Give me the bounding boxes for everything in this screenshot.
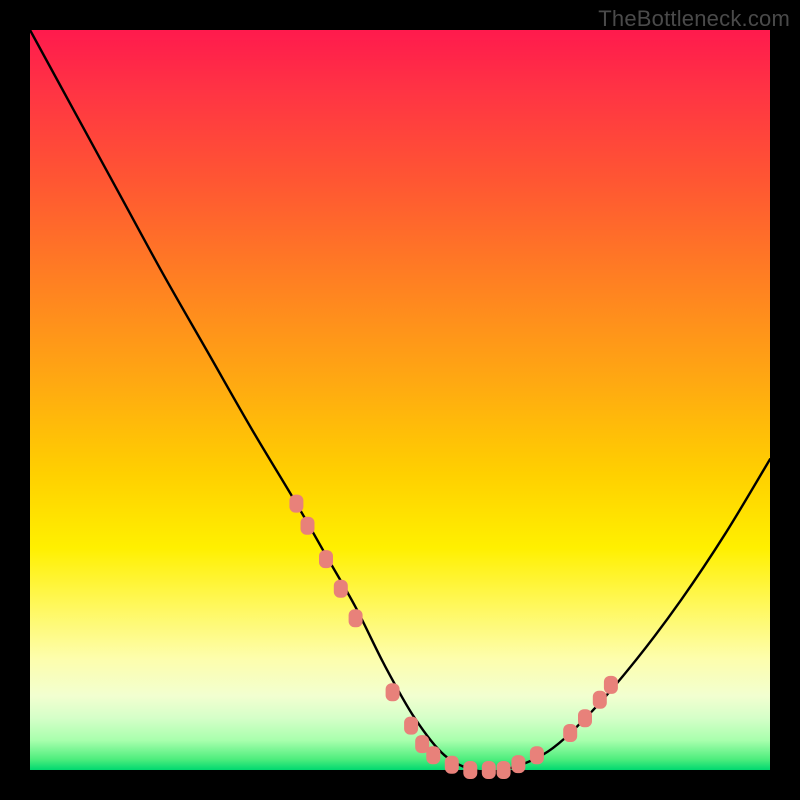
highlight-marker	[445, 756, 459, 774]
highlight-marker	[463, 761, 477, 779]
highlight-marker	[301, 517, 315, 535]
highlight-marker	[604, 676, 618, 694]
highlight-marker	[563, 724, 577, 742]
highlight-marker	[511, 755, 525, 773]
highlight-marker	[482, 761, 496, 779]
highlight-marker	[386, 683, 400, 701]
highlight-marker	[349, 609, 363, 627]
plot-area	[30, 30, 770, 770]
chart-frame: TheBottleneck.com	[0, 0, 800, 800]
highlight-marker	[334, 580, 348, 598]
highlight-marker	[578, 709, 592, 727]
highlight-marker	[289, 495, 303, 513]
highlight-marker	[426, 746, 440, 764]
highlight-marker	[404, 717, 418, 735]
highlight-marker	[593, 691, 607, 709]
highlight-markers	[289, 495, 618, 779]
highlight-marker	[530, 746, 544, 764]
highlight-marker	[319, 550, 333, 568]
bottleneck-curve	[30, 30, 770, 772]
curve-overlay	[30, 30, 770, 770]
highlight-marker	[497, 761, 511, 779]
watermark-text: TheBottleneck.com	[598, 6, 790, 32]
